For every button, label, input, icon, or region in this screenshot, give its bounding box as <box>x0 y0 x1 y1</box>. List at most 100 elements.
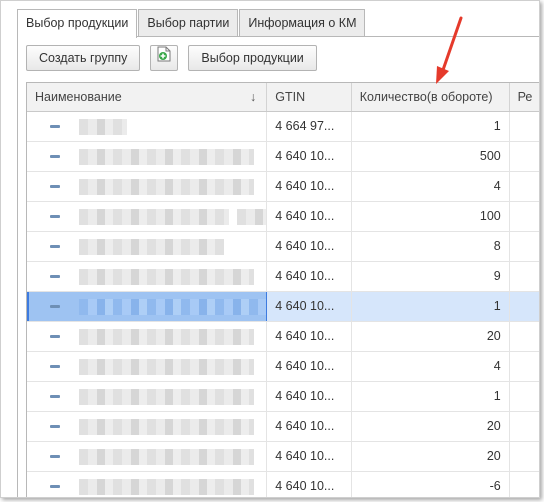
gtin-cell[interactable]: 4 640 10... <box>267 232 352 261</box>
name-cell[interactable] <box>27 352 268 381</box>
name-cell[interactable] <box>27 142 268 171</box>
quantity-cell[interactable]: 4 <box>352 352 510 381</box>
extra-cell[interactable] <box>510 232 539 261</box>
quantity-cell[interactable]: 20 <box>352 322 510 351</box>
table-row[interactable]: 4 640 10... -6 <box>27 472 539 497</box>
quantity-cell[interactable]: 500 <box>352 142 510 171</box>
column-header-name[interactable]: Наименование ↓ <box>27 83 268 111</box>
table-row[interactable]: 4 640 10... 1 <box>27 382 539 412</box>
add-document-icon <box>157 46 171 70</box>
redacted-name <box>79 179 254 195</box>
redacted-name <box>79 239 224 255</box>
products-table: Наименование ↓ GTIN Количество(в обороте… <box>26 82 539 497</box>
table-row[interactable]: 4 640 10... 4 <box>27 172 539 202</box>
gtin-cell[interactable]: 4 640 10... <box>267 472 352 497</box>
table-row[interactable]: 4 640 10... 500 <box>27 142 539 172</box>
window-frame: Выбор продукции Выбор партии Информация … <box>0 0 540 498</box>
extra-cell[interactable] <box>510 382 539 411</box>
toolbar: Создать группу Выбор продукции <box>26 45 327 71</box>
name-cell[interactable] <box>27 322 268 351</box>
name-cell[interactable] <box>27 112 268 141</box>
select-products-button[interactable]: Выбор продукции <box>188 45 317 71</box>
name-cell[interactable] <box>27 382 268 411</box>
row-item-icon <box>50 395 60 398</box>
extra-cell[interactable] <box>510 322 539 351</box>
quantity-cell[interactable]: 100 <box>352 202 510 231</box>
tab-panel: Создать группу Выбор продукции Наименова… <box>17 36 539 497</box>
gtin-cell[interactable]: 4 640 10... <box>267 442 352 471</box>
table-row[interactable]: 4 640 10... 1 <box>27 292 539 322</box>
redacted-name <box>79 299 267 315</box>
redacted-name <box>79 479 254 495</box>
name-cell[interactable] <box>27 262 268 291</box>
quantity-cell[interactable]: 1 <box>352 112 510 141</box>
row-item-icon <box>50 485 60 488</box>
column-header-quantity[interactable]: Количество(в обороте) <box>352 83 510 111</box>
sort-down-icon: ↓ <box>249 90 257 104</box>
table-row[interactable]: 4 640 10... 8 <box>27 232 539 262</box>
quantity-cell[interactable]: 4 <box>352 172 510 201</box>
name-cell[interactable] <box>27 472 268 497</box>
extra-cell[interactable] <box>510 202 539 231</box>
quantity-cell[interactable]: 8 <box>352 232 510 261</box>
table-row[interactable]: 4 640 10... 20 <box>27 322 539 352</box>
name-cell[interactable] <box>27 202 268 231</box>
table-row[interactable]: 4 640 10... 9 <box>27 262 539 292</box>
tab-select-batch[interactable]: Выбор партии <box>138 9 239 36</box>
quantity-cell[interactable]: 9 <box>352 262 510 291</box>
quantity-cell[interactable]: 20 <box>352 412 510 441</box>
gtin-cell[interactable]: 4 640 10... <box>267 202 352 231</box>
column-header-more[interactable]: Ре <box>510 83 539 111</box>
redacted-name <box>79 209 229 225</box>
create-group-button[interactable]: Создать группу <box>26 45 141 71</box>
name-cell[interactable] <box>27 232 268 261</box>
row-item-icon <box>50 365 60 368</box>
table-row[interactable]: 4 640 10... 4 <box>27 352 539 382</box>
quantity-cell[interactable]: 1 <box>352 382 510 411</box>
tab-bar: Выбор продукции Выбор партии Информация … <box>17 9 366 38</box>
column-header-gtin[interactable]: GTIN <box>267 83 352 111</box>
gtin-cell[interactable]: 4 664 97... <box>267 112 352 141</box>
quantity-cell[interactable]: -6 <box>352 472 510 497</box>
extra-cell[interactable] <box>510 172 539 201</box>
gtin-cell[interactable]: 4 640 10... <box>267 352 352 381</box>
name-cell[interactable] <box>27 412 268 441</box>
redacted-name <box>79 419 254 435</box>
tab-select-products[interactable]: Выбор продукции <box>17 9 138 38</box>
row-item-icon <box>50 335 60 338</box>
name-cell[interactable] <box>27 172 268 201</box>
gtin-cell[interactable]: 4 640 10... <box>267 292 352 321</box>
tab-km-info[interactable]: Информация о КМ <box>239 9 366 36</box>
table-row[interactable]: 4 640 10... 100 <box>27 202 539 232</box>
gtin-cell[interactable]: 4 640 10... <box>267 382 352 411</box>
extra-cell[interactable] <box>510 352 539 381</box>
add-item-button[interactable] <box>150 45 179 71</box>
gtin-cell[interactable]: 4 640 10... <box>267 172 352 201</box>
gtin-cell[interactable]: 4 640 10... <box>267 322 352 351</box>
row-item-icon <box>50 275 60 278</box>
table-row[interactable]: 4 664 97... 1 <box>27 112 539 142</box>
redacted-name <box>237 209 267 225</box>
redacted-name <box>79 149 254 165</box>
name-cell[interactable] <box>27 292 268 321</box>
table-row[interactable]: 4 640 10... 20 <box>27 442 539 472</box>
extra-cell[interactable] <box>510 262 539 291</box>
row-item-icon <box>50 185 60 188</box>
row-item-icon <box>50 305 60 308</box>
extra-cell[interactable] <box>510 412 539 441</box>
extra-cell[interactable] <box>510 442 539 471</box>
extra-cell[interactable] <box>510 112 539 141</box>
extra-cell[interactable] <box>510 472 539 497</box>
table-row[interactable]: 4 640 10... 20 <box>27 412 539 442</box>
gtin-cell[interactable]: 4 640 10... <box>267 412 352 441</box>
row-item-icon <box>50 455 60 458</box>
row-item-icon <box>50 215 60 218</box>
gtin-cell[interactable]: 4 640 10... <box>267 142 352 171</box>
quantity-cell[interactable]: 1 <box>352 292 510 321</box>
extra-cell[interactable] <box>510 142 539 171</box>
gtin-cell[interactable]: 4 640 10... <box>267 262 352 291</box>
name-cell[interactable] <box>27 442 268 471</box>
table-header: Наименование ↓ GTIN Количество(в обороте… <box>27 83 539 112</box>
extra-cell[interactable] <box>510 292 539 321</box>
quantity-cell[interactable]: 20 <box>352 442 510 471</box>
